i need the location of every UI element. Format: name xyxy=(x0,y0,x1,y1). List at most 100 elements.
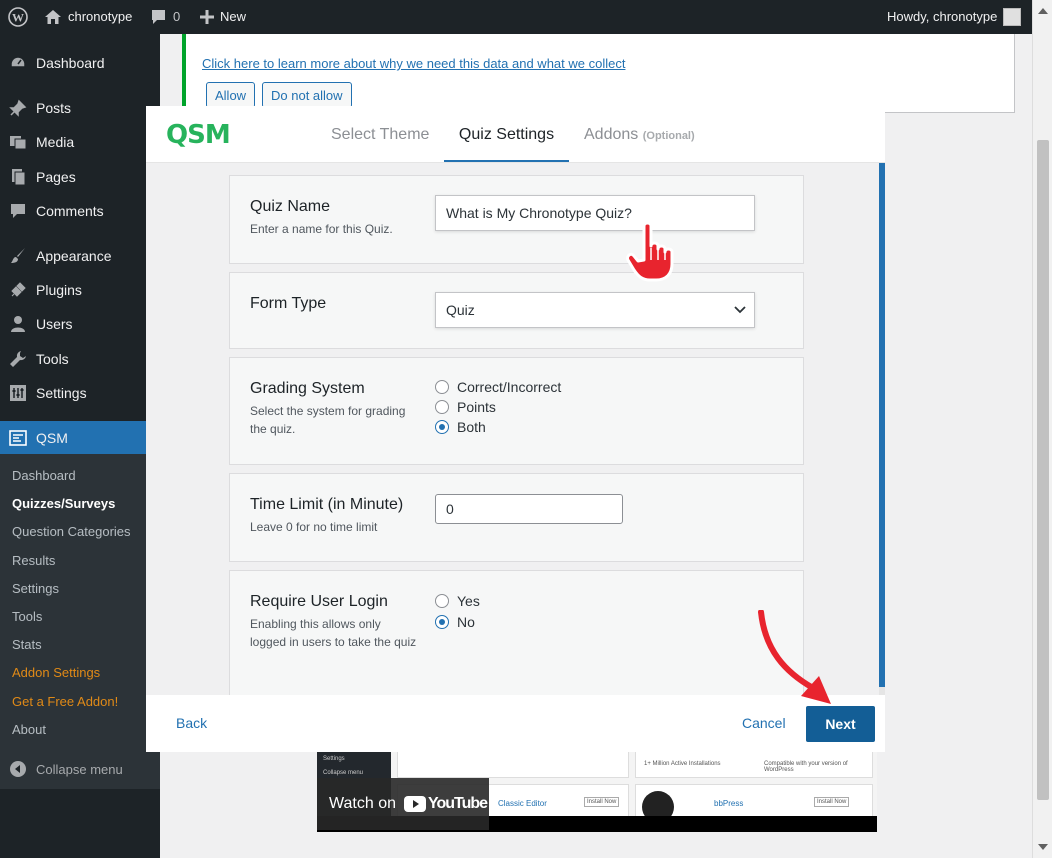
modal-scrollbar-thumb[interactable] xyxy=(879,163,885,687)
watch-on-youtube[interactable]: Watch on YouTube xyxy=(317,778,489,830)
login-option-no[interactable]: No xyxy=(435,614,475,630)
comment-bubble-icon xyxy=(152,10,165,24)
allow-button[interactable]: Allow xyxy=(206,82,256,108)
admin-sidebar: Dashboard Posts Media Pages Comments App… xyxy=(0,34,160,858)
submenu-settings[interactable]: Settings xyxy=(12,581,59,596)
submenu-about[interactable]: About xyxy=(12,722,46,737)
video-text: 1+ Million Active Installations xyxy=(644,761,721,767)
radio-button[interactable] xyxy=(435,380,449,394)
login-option-yes[interactable]: Yes xyxy=(435,593,480,609)
video-text: Classic Editor xyxy=(498,799,547,808)
sidebar-item-label: Tools xyxy=(36,351,69,367)
new-content-link[interactable]: New xyxy=(200,0,246,34)
learn-more-link[interactable]: Click here to learn more about why we ne… xyxy=(202,56,625,71)
radio-button[interactable] xyxy=(435,615,449,629)
plug-icon xyxy=(8,280,28,300)
back-button[interactable]: Back xyxy=(176,715,207,731)
submenu-question-categories[interactable]: Question Categories xyxy=(12,524,131,539)
grading-system-card: Grading System Select the system for gra… xyxy=(229,357,804,465)
radio-label: No xyxy=(457,614,475,630)
do-not-allow-button[interactable]: Do not allow xyxy=(262,82,352,108)
tab-addons-label: Addons xyxy=(584,126,639,143)
pin-icon xyxy=(8,98,28,118)
svg-text:W: W xyxy=(12,11,24,25)
radio-label: Correct/Incorrect xyxy=(457,379,562,395)
submenu-dashboard[interactable]: Dashboard xyxy=(12,468,76,483)
collapse-menu-button[interactable]: Collapse menu xyxy=(0,752,160,786)
home-icon xyxy=(45,10,61,24)
sidebar-item-label: Dashboard xyxy=(36,55,105,71)
sidebar-item-qsm[interactable]: QSM xyxy=(0,421,160,455)
radio-label: Points xyxy=(457,399,496,415)
admin-bar: W chronotype 0 New Howdy, chronotype xyxy=(0,0,1032,34)
sidebar-item-plugins[interactable]: Plugins xyxy=(0,273,160,307)
sidebar-item-dashboard[interactable]: Dashboard xyxy=(0,46,160,80)
video-text: Compatible with your version of WordPres… xyxy=(764,761,848,773)
scroll-up-icon[interactable] xyxy=(1038,8,1048,14)
comment-icon xyxy=(8,201,28,221)
wordpress-logo-icon[interactable]: W xyxy=(8,0,28,34)
qsm-icon xyxy=(8,428,28,448)
dashboard-icon xyxy=(8,53,28,73)
my-account-link[interactable]: Howdy, chronotype xyxy=(887,0,1022,34)
submenu-quizzes-surveys[interactable]: Quizzes/Surveys xyxy=(12,496,115,511)
quiz-name-desc: Enter a name for this Quiz. xyxy=(250,222,393,236)
tab-quiz-settings[interactable]: Quiz Settings xyxy=(444,106,569,162)
settings-icon xyxy=(8,383,28,403)
page-icon xyxy=(8,167,28,187)
video-embed[interactable]: Settings Collapse menu 1+ Million Active… xyxy=(317,748,877,832)
video-text: Settings xyxy=(323,756,345,762)
tab-addons[interactable]: Addons (Optional) xyxy=(584,106,695,162)
grading-option-points[interactable]: Points xyxy=(435,399,496,415)
radio-button[interactable] xyxy=(435,400,449,414)
time-limit-card: Time Limit (in Minute) Leave 0 for no ti… xyxy=(229,473,804,562)
sidebar-item-label: Comments xyxy=(36,203,104,219)
sidebar-item-pages[interactable]: Pages xyxy=(0,160,160,194)
submenu-free-addon[interactable]: Get a Free Addon! xyxy=(12,694,118,709)
avatar xyxy=(1003,8,1022,26)
form-type-select[interactable]: Quiz xyxy=(435,292,755,328)
scroll-down-icon[interactable] xyxy=(1038,844,1048,850)
scrollbar-thumb[interactable] xyxy=(1037,140,1049,800)
submenu-tools[interactable]: Tools xyxy=(12,609,42,624)
sidebar-item-comments[interactable]: Comments xyxy=(0,194,160,228)
next-button[interactable]: Next xyxy=(806,706,875,742)
quiz-name-input[interactable]: What is My Chronotype Quiz? xyxy=(435,195,755,231)
page-scrollbar[interactable] xyxy=(1032,0,1052,858)
submenu-results[interactable]: Results xyxy=(12,553,55,568)
radio-button[interactable] xyxy=(435,594,449,608)
time-limit-label: Time Limit (in Minute) xyxy=(250,496,404,513)
form-type-card: Form Type Quiz xyxy=(229,272,804,349)
sidebar-item-label: Appearance xyxy=(36,248,112,264)
sidebar-item-appearance[interactable]: Appearance xyxy=(0,239,160,273)
sidebar-item-settings[interactable]: Settings xyxy=(0,376,160,410)
grading-option-both[interactable]: Both xyxy=(435,419,486,435)
sidebar-item-label: QSM xyxy=(36,430,68,446)
sidebar-item-media[interactable]: Media xyxy=(0,125,160,159)
sidebar-item-tools[interactable]: Tools xyxy=(0,342,160,376)
require-login-desc: Enabling this allows only logged in user… xyxy=(250,617,417,649)
tab-select-theme[interactable]: Select Theme xyxy=(331,106,429,162)
submenu-addon-settings[interactable]: Addon Settings xyxy=(12,665,100,680)
time-limit-input[interactable]: 0 xyxy=(435,494,623,524)
radio-button[interactable] xyxy=(435,420,449,434)
comments-link[interactable]: 0 xyxy=(150,0,180,34)
video-text: Install Now xyxy=(814,797,850,807)
site-name: chronotype xyxy=(68,9,133,24)
sidebar-item-posts[interactable]: Posts xyxy=(0,91,160,125)
user-icon xyxy=(8,314,28,334)
cancel-button[interactable]: Cancel xyxy=(742,715,786,731)
modal-scrollbar[interactable] xyxy=(879,163,885,695)
sidebar-item-users[interactable]: Users xyxy=(0,307,160,341)
submenu-stats[interactable]: Stats xyxy=(12,637,42,652)
radio-label: Both xyxy=(457,419,486,435)
site-name-link[interactable]: chronotype xyxy=(44,0,132,34)
red-arrow-icon xyxy=(758,610,831,704)
quiz-name-card: Quiz Name Enter a name for this Quiz. Wh… xyxy=(229,175,804,264)
qsm-submenu: Dashboard Quizzes/Surveys Question Categ… xyxy=(0,454,160,789)
collapse-icon xyxy=(8,759,28,779)
video-card: 1+ Million Active Installations Compatib… xyxy=(635,748,873,778)
media-icon xyxy=(8,132,28,152)
grading-option-correct[interactable]: Correct/Incorrect xyxy=(435,379,561,395)
grading-system-desc: Select the system for grading the quiz. xyxy=(250,404,406,436)
